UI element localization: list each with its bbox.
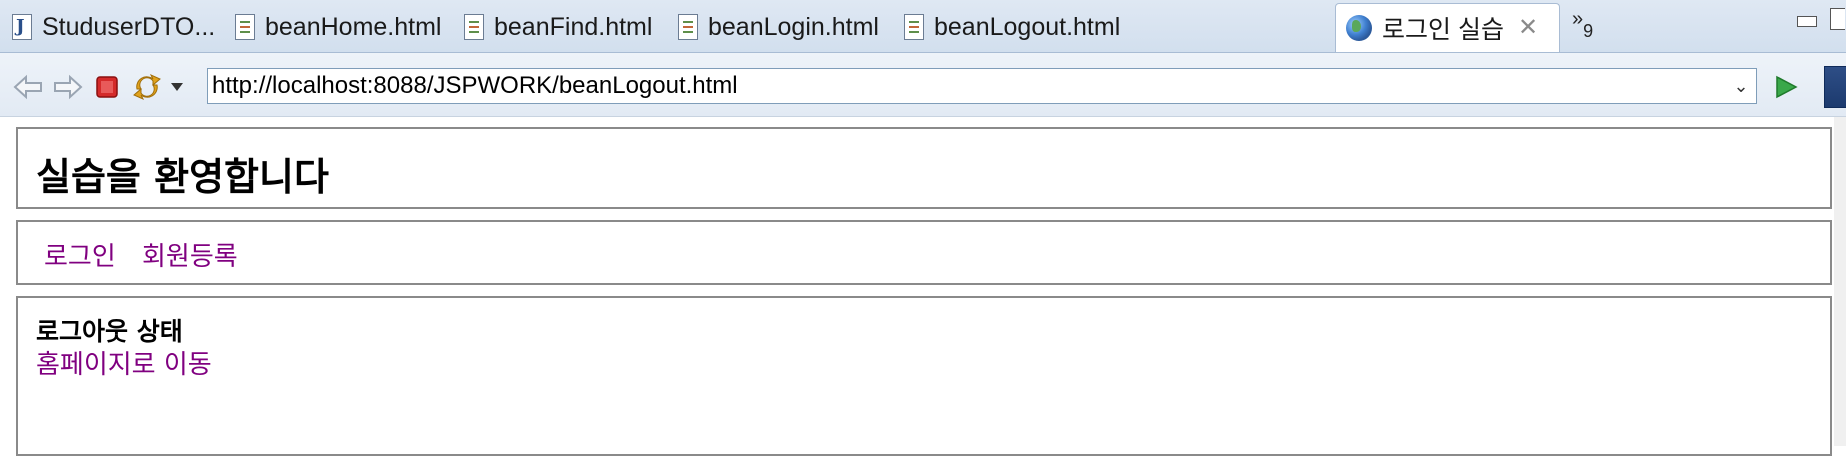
refresh-icon [133, 73, 161, 101]
home-page-link[interactable]: 홈페이지로 이동 [36, 344, 212, 381]
java-file-icon [12, 14, 32, 40]
go-button[interactable] [1770, 72, 1802, 102]
logout-status: 로그아웃 상태 [36, 317, 183, 346]
tab-label: beanLogin.html [708, 12, 879, 41]
title-frame: 실습을 환영합니다 [16, 127, 1832, 209]
maximize-button[interactable] [1830, 8, 1845, 30]
tab-studuserdto[interactable]: StuduserDTO... [12, 4, 215, 50]
tab-beanlogout[interactable]: beanLogout.html [904, 4, 1120, 50]
tab-login-practice[interactable]: 로그인 실습 ✕ [1335, 3, 1560, 52]
stop-icon [96, 76, 118, 98]
tab-label: beanLogout.html [934, 12, 1121, 41]
chevron-down-icon[interactable]: ⌄ [1726, 76, 1756, 97]
html-file-icon [464, 14, 484, 40]
page-title: 실습을 환영합니다 [36, 155, 329, 199]
tab-label: 로그인 실습 [1382, 16, 1504, 44]
main-frame: 로그아웃 상태 홈페이지로 이동 [16, 296, 1832, 456]
refresh-dropdown-button[interactable] [168, 78, 186, 96]
arrow-right-icon [54, 74, 83, 100]
chevron-double-right-icon: » [1572, 8, 1584, 30]
nav-frame: 로그인 회원등록 [16, 220, 1832, 285]
tab-beanhome[interactable]: beanHome.html [235, 4, 441, 50]
login-link[interactable]: 로그인 [44, 236, 116, 273]
overflow-count: 9 [1583, 21, 1594, 41]
vertical-scrollbar[interactable] [1834, 117, 1846, 446]
tab-label: beanHome.html [265, 12, 442, 41]
html-file-icon [235, 14, 255, 40]
minimize-button[interactable] [1797, 16, 1817, 27]
tab-label: StuduserDTO... [42, 12, 216, 41]
html-file-icon [678, 14, 698, 40]
browser-content: 실습을 환영합니다 로그인 회원등록 로그아웃 상태 홈페이지로 이동 [6, 117, 1846, 456]
back-button[interactable] [12, 73, 44, 101]
editor-tab-bar: StuduserDTO... beanHome.html beanFind.ht… [0, 0, 1846, 53]
url-input[interactable]: http://localhost:8088/JSPWORK/beanLogout… [207, 68, 1757, 104]
html-file-icon [904, 14, 924, 40]
tab-beanfind[interactable]: beanFind.html [464, 4, 652, 50]
tab-label: beanFind.html [494, 12, 653, 41]
chevron-down-icon [171, 83, 183, 91]
globe-icon [1346, 15, 1372, 41]
tab-overflow-button[interactable]: »9 [1572, 8, 1593, 41]
url-text: http://localhost:8088/JSPWORK/beanLogout… [212, 72, 738, 99]
tab-beanlogin[interactable]: beanLogin.html [678, 4, 879, 50]
forward-button[interactable] [52, 73, 84, 101]
register-link[interactable]: 회원등록 [142, 236, 238, 273]
play-icon [1776, 75, 1798, 99]
arrow-left-icon [13, 74, 42, 100]
close-tab-icon[interactable]: ✕ [1518, 16, 1538, 40]
refresh-button[interactable] [130, 71, 164, 103]
stop-button[interactable] [94, 74, 120, 100]
perspective-icon[interactable] [1824, 66, 1846, 108]
